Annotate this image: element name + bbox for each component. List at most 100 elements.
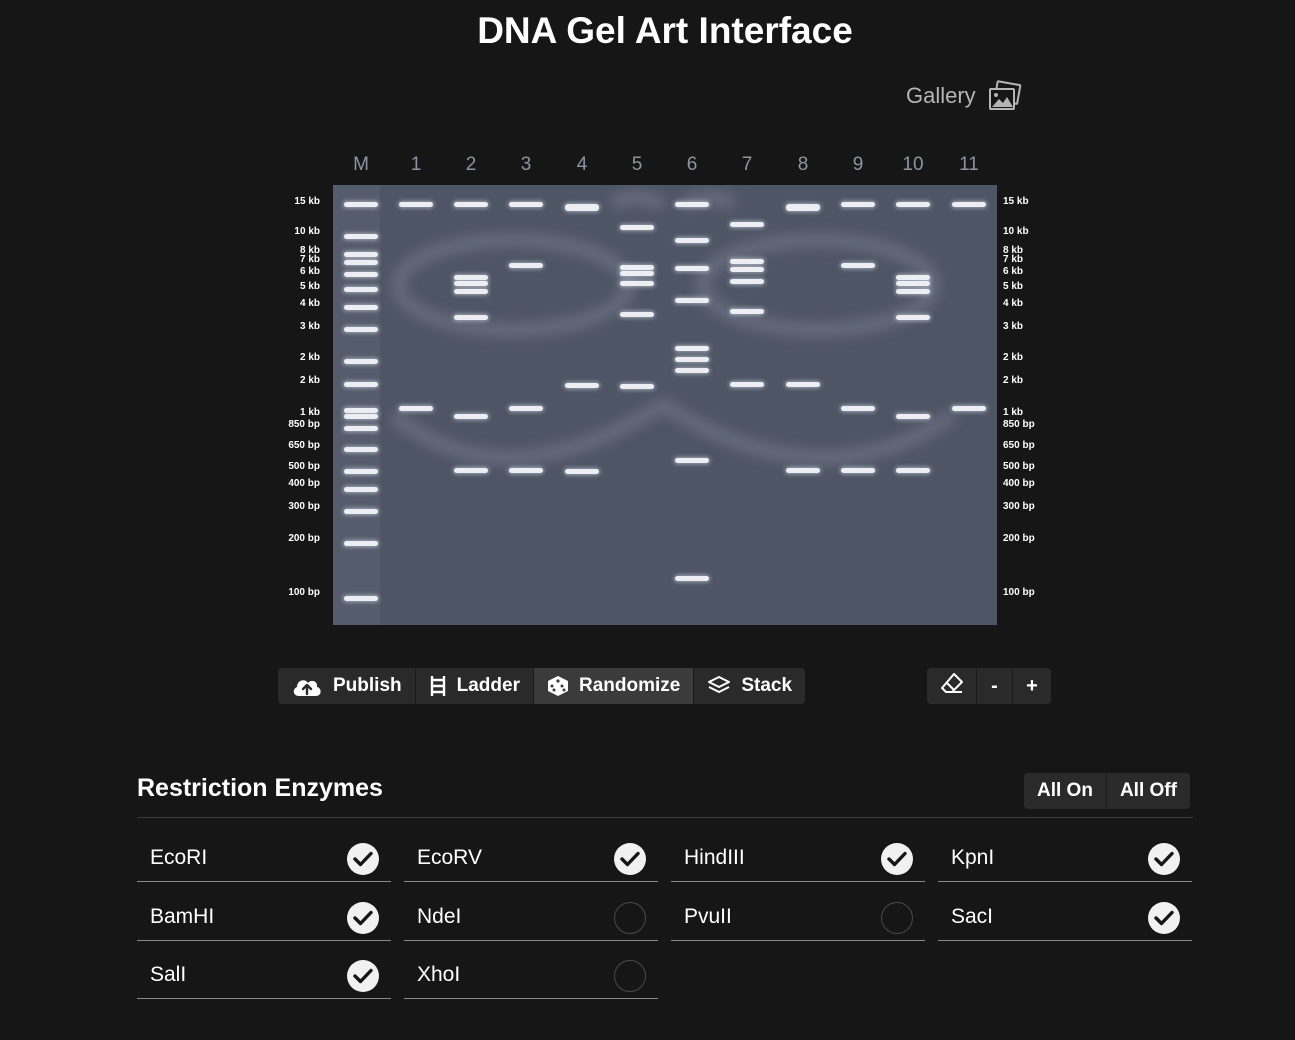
gel-band[interactable] bbox=[509, 468, 543, 473]
gel-band[interactable] bbox=[896, 315, 930, 320]
eraser-button[interactable] bbox=[927, 668, 977, 704]
gel-band[interactable] bbox=[620, 312, 654, 317]
enzyme-item-sali[interactable]: SalI bbox=[137, 947, 391, 999]
enzyme-item-hindiii[interactable]: HindIII bbox=[671, 830, 925, 882]
gel-band[interactable] bbox=[675, 458, 709, 463]
gel-band[interactable] bbox=[675, 368, 709, 373]
gel-band[interactable] bbox=[454, 289, 488, 294]
gel-band[interactable] bbox=[730, 382, 764, 387]
ladder-button[interactable]: Ladder bbox=[416, 668, 534, 704]
enzyme-item-xhoi[interactable]: XhoI bbox=[404, 947, 658, 999]
gel-band[interactable] bbox=[565, 469, 599, 474]
gel-band[interactable] bbox=[565, 204, 599, 211]
enzyme-item-saci[interactable]: SacI bbox=[938, 889, 1192, 941]
gel-band[interactable] bbox=[344, 359, 378, 364]
gel-band[interactable] bbox=[509, 263, 543, 268]
checkbox-checked-icon[interactable] bbox=[1148, 902, 1180, 934]
gel-band[interactable] bbox=[841, 263, 875, 268]
gel-band[interactable] bbox=[896, 281, 930, 286]
gel-band[interactable] bbox=[841, 468, 875, 473]
gel-band[interactable] bbox=[454, 414, 488, 419]
all-on-button[interactable]: All On bbox=[1024, 773, 1107, 809]
gel-band[interactable] bbox=[620, 384, 654, 389]
stack-button[interactable]: Stack bbox=[694, 668, 805, 704]
gel-band[interactable] bbox=[675, 357, 709, 362]
gel-band[interactable] bbox=[344, 202, 378, 207]
gel-band[interactable] bbox=[399, 406, 433, 411]
gel-band[interactable] bbox=[565, 383, 599, 388]
gel-band[interactable] bbox=[454, 275, 488, 280]
gel-band[interactable] bbox=[841, 406, 875, 411]
gel-band[interactable] bbox=[730, 222, 764, 227]
gel-canvas[interactable] bbox=[333, 185, 997, 625]
gel-band[interactable] bbox=[344, 234, 378, 239]
gel-band[interactable] bbox=[896, 289, 930, 294]
checkbox-checked-icon[interactable] bbox=[347, 960, 379, 992]
gel-band[interactable] bbox=[454, 281, 488, 286]
gel-band[interactable] bbox=[344, 305, 378, 310]
gel-band[interactable] bbox=[344, 469, 378, 474]
gel-band[interactable] bbox=[344, 414, 378, 419]
gel-band[interactable] bbox=[841, 202, 875, 207]
gel-band[interactable] bbox=[675, 298, 709, 303]
enzyme-item-ecorv[interactable]: EcoRV bbox=[404, 830, 658, 882]
gel-band[interactable] bbox=[399, 202, 433, 207]
gel-band[interactable] bbox=[620, 271, 654, 276]
checkbox-unchecked-icon[interactable] bbox=[614, 902, 646, 934]
gel-band[interactable] bbox=[344, 327, 378, 332]
all-off-button[interactable]: All Off bbox=[1107, 773, 1190, 809]
gel-band[interactable] bbox=[620, 225, 654, 230]
checkbox-checked-icon[interactable] bbox=[614, 843, 646, 875]
checkbox-unchecked-icon[interactable] bbox=[881, 902, 913, 934]
checkbox-checked-icon[interactable] bbox=[347, 843, 379, 875]
gel-band[interactable] bbox=[786, 468, 820, 473]
gel-band[interactable] bbox=[952, 202, 986, 207]
gel-band[interactable] bbox=[730, 309, 764, 314]
gel-band[interactable] bbox=[344, 509, 378, 514]
gel-band[interactable] bbox=[620, 281, 654, 286]
gel-band[interactable] bbox=[675, 576, 709, 581]
gel-band[interactable] bbox=[454, 315, 488, 320]
gel-band[interactable] bbox=[344, 252, 378, 257]
gel-band[interactable] bbox=[454, 202, 488, 207]
gel-band[interactable] bbox=[730, 267, 764, 272]
gel-band[interactable] bbox=[344, 408, 378, 413]
gel-band[interactable] bbox=[620, 265, 654, 270]
gel-band[interactable] bbox=[344, 426, 378, 431]
publish-button[interactable]: Publish bbox=[278, 668, 416, 704]
enzyme-item-ecori[interactable]: EcoRI bbox=[137, 830, 391, 882]
gallery-link[interactable]: Gallery bbox=[906, 80, 1022, 112]
gel-band[interactable] bbox=[896, 414, 930, 419]
enzyme-item-pvuii[interactable]: PvuII bbox=[671, 889, 925, 941]
gel-band[interactable] bbox=[509, 406, 543, 411]
checkbox-checked-icon[interactable] bbox=[881, 843, 913, 875]
gel-band[interactable] bbox=[675, 238, 709, 243]
checkbox-checked-icon[interactable] bbox=[347, 902, 379, 934]
enzyme-item-bamhi[interactable]: BamHI bbox=[137, 889, 391, 941]
enzyme-item-kpni[interactable]: KpnI bbox=[938, 830, 1192, 882]
gel-band[interactable] bbox=[344, 382, 378, 387]
gel-band[interactable] bbox=[344, 596, 378, 601]
zoom-in-button[interactable]: + bbox=[1013, 668, 1051, 704]
gel-band[interactable] bbox=[454, 468, 488, 473]
gel-band[interactable] bbox=[344, 447, 378, 452]
gel-band[interactable] bbox=[896, 202, 930, 207]
checkbox-unchecked-icon[interactable] bbox=[614, 960, 646, 992]
gel-band[interactable] bbox=[952, 406, 986, 411]
gel-band[interactable] bbox=[786, 382, 820, 387]
gel-band[interactable] bbox=[896, 275, 930, 280]
gel-band[interactable] bbox=[509, 202, 543, 207]
gel-band[interactable] bbox=[730, 259, 764, 264]
gel-band[interactable] bbox=[344, 487, 378, 492]
gel-band[interactable] bbox=[675, 346, 709, 351]
gel-band[interactable] bbox=[344, 260, 378, 265]
randomize-button[interactable]: Randomize bbox=[533, 668, 695, 704]
gel-band[interactable] bbox=[730, 279, 764, 284]
checkbox-checked-icon[interactable] bbox=[1148, 843, 1180, 875]
gel-band[interactable] bbox=[344, 287, 378, 292]
zoom-out-button[interactable]: - bbox=[977, 668, 1013, 704]
gel-band[interactable] bbox=[344, 272, 378, 277]
gel-band[interactable] bbox=[896, 468, 930, 473]
enzyme-item-ndei[interactable]: NdeI bbox=[404, 889, 658, 941]
gel-band[interactable] bbox=[675, 202, 709, 207]
